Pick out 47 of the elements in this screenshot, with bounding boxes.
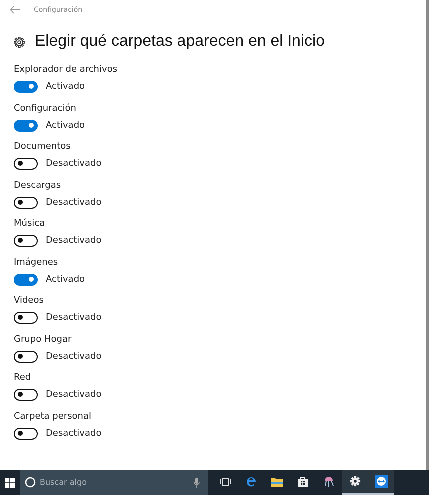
task-view-icon xyxy=(220,478,230,486)
shopping-bag-icon xyxy=(298,476,308,487)
toggle-state: Activado xyxy=(46,274,86,284)
setting-label: Carpeta personal xyxy=(14,410,93,424)
setting-label: Imágenes xyxy=(14,256,60,270)
toggle-switch[interactable] xyxy=(14,428,38,440)
toggle-switch[interactable] xyxy=(14,81,38,93)
page-heading: Elegir qué carpetas aparecen en el Inicio xyxy=(35,33,325,51)
toggle-state: Activado xyxy=(46,82,86,92)
toggle-switch[interactable] xyxy=(14,350,38,362)
browser-icon xyxy=(246,476,256,487)
remote-app-icon xyxy=(374,475,388,488)
folder-icon xyxy=(271,476,283,486)
toggle-switch[interactable] xyxy=(14,196,38,208)
toggle-switch[interactable] xyxy=(14,312,38,324)
microphone-icon[interactable] xyxy=(194,478,200,488)
setting-label: Videos xyxy=(14,295,45,308)
taskbar-button[interactable] xyxy=(342,470,368,495)
setting-label: Descargas xyxy=(14,180,62,192)
toggle-state: Activado xyxy=(46,120,86,130)
search-bar[interactable]: Buscar algo xyxy=(20,470,208,495)
toggle-state: Desactivado xyxy=(46,352,102,362)
setting-label: Configuración xyxy=(14,102,78,116)
start-icon[interactable] xyxy=(5,478,15,488)
toggle-switch[interactable] xyxy=(14,235,38,247)
setting-label: Explorador de archivos xyxy=(14,64,119,77)
toggle-state: Desactivado xyxy=(46,236,102,246)
setting-label: Red xyxy=(14,372,32,385)
setting-label: Documentos xyxy=(14,141,72,154)
toggle-state: Desactivado xyxy=(46,159,102,169)
back-icon[interactable] xyxy=(10,6,20,14)
setting-label: Grupo Hogar xyxy=(14,334,73,346)
setting-label: Música xyxy=(14,218,46,231)
toggle-state: Desactivado xyxy=(46,198,102,208)
toggle-switch[interactable] xyxy=(14,158,38,170)
settings-icon xyxy=(350,476,360,487)
toggle-switch[interactable] xyxy=(14,274,38,286)
toggle-state: Desactivado xyxy=(46,313,102,323)
taskbar-button[interactable] xyxy=(368,470,394,495)
toggle-switch[interactable] xyxy=(14,389,38,401)
jellyfish-icon xyxy=(324,476,334,488)
toggle-state: Desactivado xyxy=(46,390,102,400)
search-circle-icon xyxy=(25,477,36,488)
toggle-switch[interactable] xyxy=(14,120,38,132)
toggle-state: Desactivado xyxy=(46,428,102,438)
settings-icon xyxy=(14,36,25,48)
search-field[interactable]: Buscar algo xyxy=(40,478,190,487)
